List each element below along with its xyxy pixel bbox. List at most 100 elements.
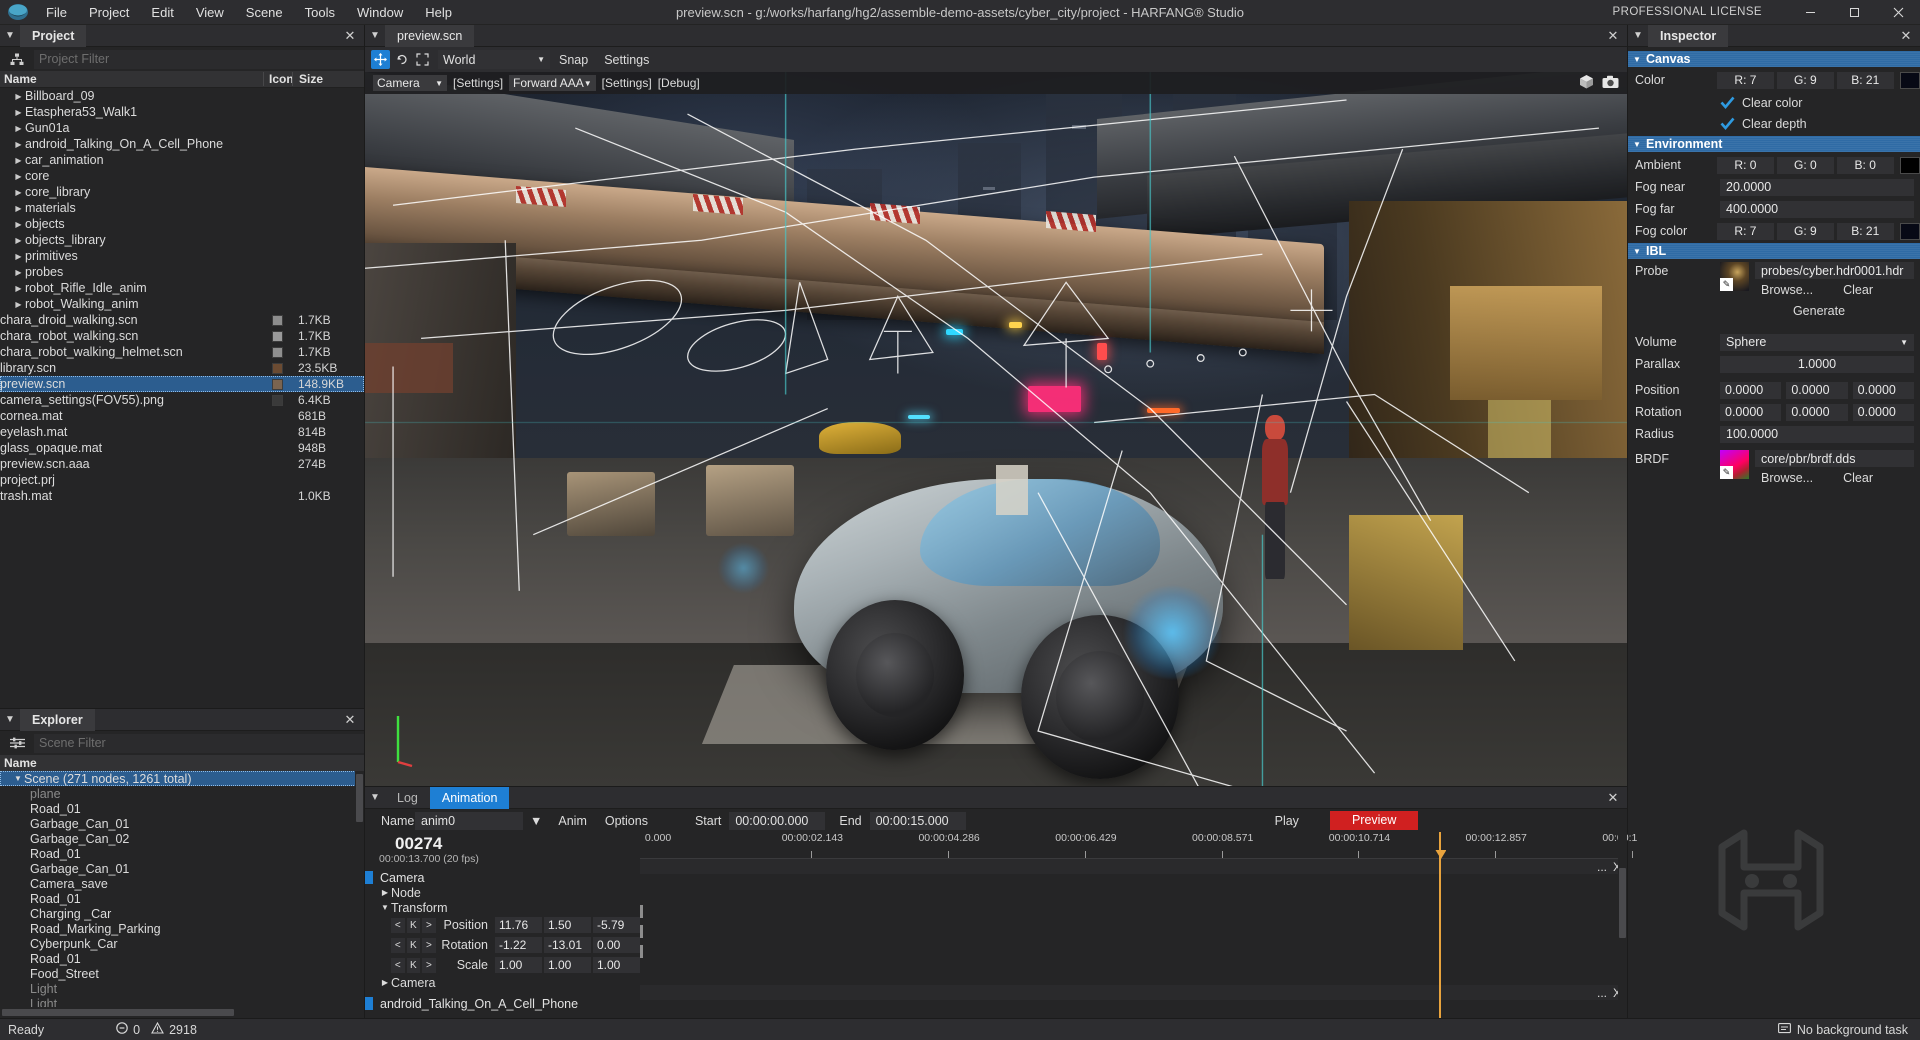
timeline-row-node[interactable]	[640, 874, 1627, 889]
explorer-hscrollbar[interactable]	[0, 1007, 364, 1018]
chevron-right-icon[interactable]: ▶	[12, 108, 25, 117]
explorer-menu-icon[interactable]: ▼	[0, 709, 20, 731]
key-set-button[interactable]: K	[407, 958, 421, 973]
key-next-button[interactable]: >	[422, 958, 436, 973]
explorer-root-row[interactable]: ▼Scene (271 nodes, 1261 total)	[0, 771, 364, 786]
project-file-row[interactable]: trash.mat1.0KB	[0, 488, 364, 504]
project-folder-row[interactable]: ▶probes	[0, 264, 364, 280]
project-panel-close[interactable]: ✕	[342, 25, 358, 47]
tab-project[interactable]: Project	[20, 25, 86, 47]
track-android-header[interactable]: android_Talking_On_A_Cell_Phone	[365, 996, 640, 1011]
renderer-combo[interactable]: Forward AAA ▼	[509, 75, 596, 91]
ambient-b[interactable]: B: 0	[1837, 157, 1894, 174]
explorer-node-row[interactable]: Road_01	[0, 891, 364, 906]
volume-combo[interactable]: Sphere ▼	[1720, 334, 1914, 351]
timeline-row-camera-group[interactable]	[640, 964, 1627, 979]
project-file-row[interactable]: chara_robot_walking_helmet.scn1.7KB	[0, 344, 364, 360]
project-file-row[interactable]: glass_opaque.mat948B	[0, 440, 364, 456]
clear-color-checkbox[interactable]	[1720, 95, 1735, 110]
scene-menu-icon[interactable]: ▼	[365, 25, 385, 47]
position-z-input[interactable]	[593, 917, 640, 933]
explorer-node-row[interactable]: Cyberpunk_Car	[0, 936, 364, 951]
explorer-node-row[interactable]: Road_01	[0, 801, 364, 816]
scale-x-input[interactable]	[495, 957, 542, 973]
ibl-position-x[interactable]: 0.0000	[1720, 382, 1781, 399]
timeline-row-scale[interactable]	[640, 944, 1627, 964]
brdf-path-field[interactable]: core/pbr/brdf.dds	[1755, 450, 1914, 467]
project-folder-row[interactable]: ▶robot_Rifle_Idle_anim	[0, 280, 364, 296]
chevron-right-icon[interactable]: ▶	[12, 92, 25, 101]
cube-icon[interactable]	[1579, 74, 1594, 92]
brdf-clear-button[interactable]: Clear	[1839, 471, 1877, 485]
timeline-row-camera[interactable]: ... X	[640, 859, 1627, 874]
project-folder-row[interactable]: ▶Gun01a	[0, 120, 364, 136]
chevron-right-icon[interactable]: ▶	[12, 284, 25, 293]
maximize-button[interactable]	[1832, 0, 1876, 25]
project-folder-row[interactable]: ▶Billboard_09	[0, 88, 364, 104]
viewport-3d[interactable]: Camera ▼ [Settings] Forward AAA ▼ [Setti…	[365, 72, 1627, 786]
filter-settings-icon[interactable]	[0, 737, 34, 749]
minimize-button[interactable]	[1788, 0, 1832, 25]
project-file-row[interactable]: cornea.mat681B	[0, 408, 364, 424]
key-prev-button[interactable]: <	[391, 938, 405, 953]
undo-icon[interactable]	[392, 50, 411, 69]
project-folder-row[interactable]: ▶Etasphera53_Walk1	[0, 104, 364, 120]
project-folder-row[interactable]: ▶robot_Walking_anim	[0, 296, 364, 312]
track-camera-group[interactable]: ▶ Camera	[365, 975, 640, 990]
key-next-button[interactable]: >	[422, 938, 436, 953]
close-button[interactable]	[1876, 0, 1920, 25]
canvas-color-g[interactable]: G: 9	[1777, 72, 1834, 89]
hierarchy-icon[interactable]	[0, 53, 34, 66]
menu-item-view[interactable]: View	[185, 0, 235, 25]
track-transform-group[interactable]: ▼ Transform	[365, 900, 640, 915]
explorer-node-row[interactable]: Food_Street	[0, 966, 364, 981]
project-folder-row[interactable]: ▶primitives	[0, 248, 364, 264]
anim-play-button[interactable]: Play	[1266, 812, 1308, 830]
key-next-button[interactable]: >	[422, 918, 436, 933]
project-file-row-selected[interactable]: preview.scn148.9KB	[0, 376, 364, 392]
explorer-panel-close[interactable]: ✕	[342, 709, 358, 731]
menu-item-help[interactable]: Help	[414, 0, 463, 25]
move-tool-icon[interactable]	[371, 50, 390, 69]
explorer-node-row[interactable]: Camera_save	[0, 876, 364, 891]
canvas-color-swatch[interactable]	[1900, 72, 1920, 89]
anim-options-button[interactable]: Options	[596, 812, 657, 830]
project-file-tree[interactable]: ▶Billboard_09▶Etasphera53_Walk1▶Gun01a▶a…	[0, 88, 364, 708]
explorer-node-row[interactable]: Road_Marking_Parking	[0, 921, 364, 936]
scale-y-input[interactable]	[544, 957, 591, 973]
project-folder-row[interactable]: ▶core_library	[0, 184, 364, 200]
timeline-vscrollbar[interactable]	[1618, 832, 1627, 1018]
project-folder-row[interactable]: ▶car_animation	[0, 152, 364, 168]
timeline-vscroll-thumb[interactable]	[1619, 868, 1626, 938]
explorer-scene-tree[interactable]: ▼Scene (271 nodes, 1261 total)planeRoad_…	[0, 771, 364, 1007]
snap-button[interactable]: Snap	[552, 53, 595, 67]
chevron-right-icon[interactable]: ▶	[12, 156, 25, 165]
clear-depth-checkbox[interactable]	[1720, 116, 1735, 131]
chevron-right-icon[interactable]: ▶	[12, 268, 25, 277]
probe-thumbnail[interactable]: ✎	[1720, 262, 1749, 291]
anim-name-input[interactable]	[415, 812, 523, 830]
project-folder-row[interactable]: ▶materials	[0, 200, 364, 216]
key-set-button[interactable]: K	[407, 938, 421, 953]
project-file-row[interactable]: eyelash.mat814B	[0, 424, 364, 440]
anim-preview-button[interactable]: Preview	[1330, 811, 1418, 830]
chevron-right-icon[interactable]: ▶	[12, 188, 25, 197]
section-canvas[interactable]: ▼ Canvas	[1628, 51, 1920, 67]
chevron-right-icon[interactable]: ▶	[12, 236, 25, 245]
camera-icon[interactable]	[1602, 75, 1619, 92]
chevron-down-icon[interactable]: ▼	[12, 774, 24, 783]
tab-preview-scn[interactable]: preview.scn	[385, 25, 474, 47]
project-folder-row[interactable]: ▶objects	[0, 216, 364, 232]
camera-combo[interactable]: Camera ▼	[373, 75, 447, 91]
explorer-node-row[interactable]: Light	[0, 996, 364, 1007]
tab-explorer[interactable]: Explorer	[20, 709, 95, 731]
fog-near-input[interactable]: 20.0000	[1720, 179, 1914, 196]
timeline-row-transform[interactable]	[640, 889, 1627, 904]
panel-menu-icon[interactable]: ▼	[0, 25, 20, 47]
animation-timeline[interactable]: 0.00000:00:02.14300:00:04.28600:00:06.42…	[640, 832, 1627, 1018]
brdf-thumbnail[interactable]: ✎	[1720, 450, 1749, 479]
position-y-input[interactable]	[544, 917, 591, 933]
project-file-row[interactable]: project.prj	[0, 472, 364, 488]
chevron-right-icon[interactable]: ▶	[12, 204, 25, 213]
anim-name-dropdown-icon[interactable]: ▼	[523, 812, 549, 830]
